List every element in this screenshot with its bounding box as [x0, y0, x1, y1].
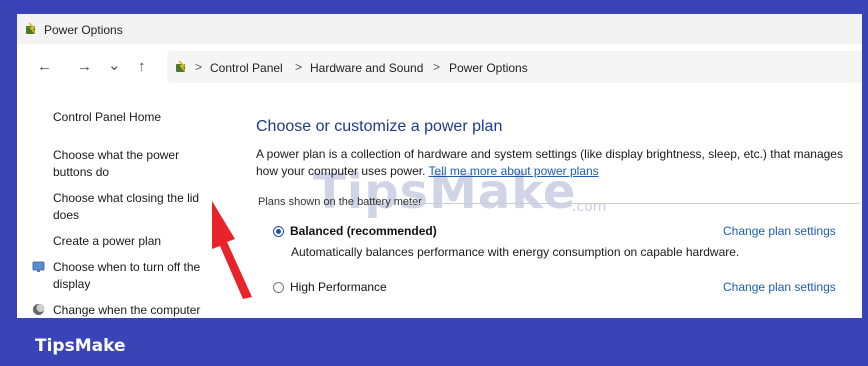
frame-border-top: [0, 0, 868, 14]
plan-name-balanced[interactable]: Balanced (recommended): [290, 224, 437, 238]
breadcrumb-power-options[interactable]: Power Options: [449, 61, 528, 75]
breadcrumb-separator: >: [295, 60, 303, 74]
navigation-bar: ← → ⌄ ↑ > Control Panel > Hardware and S…: [17, 44, 862, 88]
sidebar-item-closing-lid[interactable]: Choose what closing the lid does: [53, 190, 213, 224]
breadcrumb-control-panel[interactable]: Control Panel: [210, 61, 283, 75]
frame-border-right: [862, 0, 868, 366]
red-arrow-annotation: [212, 201, 252, 299]
up-button[interactable]: ↑: [138, 58, 146, 75]
power-options-window: Power Options ← → ⌄ ↑ > Control Panel > …: [17, 14, 862, 318]
group-divider: [410, 203, 860, 204]
forward-button[interactable]: →: [77, 58, 92, 75]
change-plan-settings-high-performance[interactable]: Change plan settings: [723, 280, 836, 294]
page-title: Choose or customize a power plan: [256, 118, 503, 135]
change-plan-settings-balanced[interactable]: Change plan settings: [723, 224, 836, 238]
sidebar-item-change-when-computer[interactable]: Change when the computer: [53, 302, 200, 318]
watermark-suffix: .com: [572, 199, 607, 215]
display-icon: [32, 261, 45, 272]
screenshot-frame: Power Options ← → ⌄ ↑ > Control Panel > …: [0, 0, 868, 366]
sidebar-item-create-power-plan[interactable]: Create a power plan: [53, 233, 161, 250]
breadcrumb-separator: >: [195, 60, 203, 74]
address-bar[interactable]: > Control Panel > Hardware and Sound > P…: [167, 51, 862, 83]
brand-footer: [0, 318, 868, 366]
back-button[interactable]: ←: [37, 58, 52, 75]
frame-border-left: [0, 0, 17, 366]
power-options-icon: [26, 22, 36, 34]
breadcrumb-separator: >: [433, 60, 441, 74]
sidebar-item-power-buttons[interactable]: Choose what the power buttons do: [53, 147, 203, 181]
sidebar-item-turn-off-display[interactable]: Choose when to turn off the display: [53, 259, 218, 293]
footer-brand: TipsMake: [35, 336, 126, 356]
plan-description-balanced: Automatically balances performance with …: [291, 245, 740, 259]
sidebar-item-control-panel-home[interactable]: Control Panel Home: [53, 109, 161, 126]
plans-group-label: Plans shown on the battery meter: [258, 196, 422, 208]
breadcrumb-hardware-and-sound[interactable]: Hardware and Sound: [310, 61, 423, 75]
moon-icon: [33, 304, 45, 315]
recent-locations-button[interactable]: ⌄: [108, 56, 121, 74]
window-title: Power Options: [44, 23, 123, 37]
watermark: TipsMake: [313, 164, 577, 220]
plan-name-high-performance[interactable]: High Performance: [290, 280, 387, 294]
title-bar: Power Options: [17, 14, 862, 44]
balanced-radio[interactable]: [273, 226, 284, 237]
high-performance-radio[interactable]: [273, 282, 284, 293]
control-panel-icon: [176, 60, 186, 72]
